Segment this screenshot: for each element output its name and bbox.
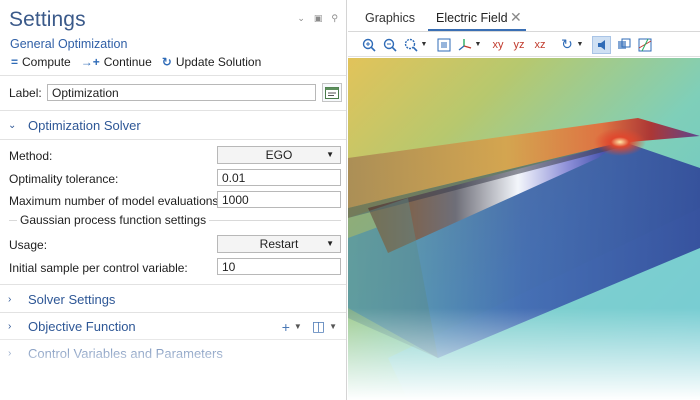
grid-icon[interactable]	[637, 36, 653, 54]
label-caption: Label:	[9, 85, 42, 100]
dropdown-arrow-icon[interactable]: ▼	[329, 322, 337, 331]
initial-sample-label: Initial sample per control variable:	[9, 261, 188, 275]
divider	[0, 139, 346, 140]
scene-fade	[348, 308, 700, 400]
method-value: EGO	[265, 148, 293, 162]
graphics-tabs: Graphics Electric Field ✕	[348, 0, 700, 32]
max-evals-label: Maximum number of model evaluations:	[9, 194, 222, 208]
yz-view-label: yz	[513, 38, 525, 51]
compute-icon: =	[11, 55, 19, 69]
close-icon[interactable]: ✕	[510, 9, 522, 26]
continue-button[interactable]: →+ Continue	[81, 55, 152, 69]
dropdown-arrow-icon[interactable]: ▼	[576, 36, 584, 54]
section-solver-settings[interactable]: › Solver Settings	[0, 286, 346, 312]
label-edit-button[interactable]	[322, 83, 342, 102]
notes-icon	[325, 86, 339, 99]
initial-sample-input[interactable]	[217, 258, 341, 275]
dropdown-arrow-icon[interactable]: ▼	[474, 36, 482, 54]
continue-icon: →+	[80, 55, 100, 69]
dropdown-arrow-icon: ▼	[326, 239, 334, 248]
scene-light-icon[interactable]	[592, 35, 611, 54]
window-controls: ⌄ ▣ ⚲	[297, 13, 338, 23]
xz-view-icon[interactable]: xz	[532, 36, 548, 54]
update-solution-label: Update Solution	[175, 55, 262, 69]
xy-view-label: xy	[492, 38, 504, 51]
zoom-extents-icon[interactable]	[436, 36, 452, 54]
usage-label: Usage:	[9, 238, 48, 252]
zoom-box-icon[interactable]	[403, 36, 419, 54]
usage-select[interactable]: Restart ▼	[217, 235, 341, 253]
chevron-right-icon: ›	[8, 347, 12, 359]
divider	[0, 284, 346, 285]
axis-orientation-icon[interactable]	[457, 36, 473, 54]
settings-toolbar: = Compute →+ Continue ↻ Update Solution	[11, 55, 261, 69]
settings-panel: Settings ⌄ ▣ ⚲ General Optimization = Co…	[0, 0, 347, 400]
tab-electric-field[interactable]: Electric Field	[436, 11, 508, 25]
section-title: Control Variables and Parameters	[28, 345, 223, 361]
dropdown-arrow-icon[interactable]: ▼	[420, 36, 428, 54]
pin-icon[interactable]: ⚲	[331, 13, 338, 23]
chevron-down-icon: ⌄	[8, 119, 17, 131]
divider	[0, 110, 346, 111]
method-label: Method:	[9, 149, 53, 163]
refresh-icon: ↻	[161, 55, 172, 69]
field-hotspot	[594, 128, 646, 156]
zoom-out-icon[interactable]	[382, 36, 398, 54]
tab-graphics[interactable]: Graphics	[365, 11, 415, 25]
page-title: Settings	[9, 8, 86, 31]
active-tab-indicator	[428, 29, 526, 31]
transparency-icon[interactable]	[616, 36, 632, 54]
graphics-panel: Graphics Electric Field ✕ ▼ ▼ xy yz xz ↻…	[348, 0, 700, 400]
chevron-right-icon: ›	[8, 293, 12, 305]
tolerance-input[interactable]	[217, 169, 341, 186]
tolerance-label: Optimality tolerance:	[9, 172, 119, 186]
compute-button[interactable]: = Compute	[11, 55, 71, 69]
yz-view-icon[interactable]: yz	[511, 36, 527, 54]
section-title: Objective Function	[28, 318, 136, 334]
restore-icon[interactable]: ▣	[314, 13, 323, 23]
add-icon[interactable]: +	[282, 319, 290, 335]
continue-label: Continue	[103, 55, 152, 69]
section-control-variables[interactable]: › Control Variables and Parameters	[0, 340, 346, 366]
xy-view-icon[interactable]: xy	[490, 36, 506, 54]
electric-field-plot[interactable]	[348, 58, 700, 400]
xz-view-label: xz	[534, 38, 546, 51]
max-evals-input[interactable]	[217, 191, 341, 208]
section-title: Optimization Solver	[28, 117, 141, 133]
zoom-in-icon[interactable]	[361, 36, 377, 54]
objective-tools: + ▼ ◫ ▼	[282, 318, 337, 335]
label-row: Label:	[9, 84, 316, 101]
chevron-down-icon[interactable]: ⌄	[297, 13, 305, 23]
compute-label: Compute	[22, 55, 71, 69]
dropdown-arrow-icon[interactable]: ▼	[294, 322, 302, 331]
dropdown-arrow-icon: ▼	[326, 150, 334, 159]
section-title: Solver Settings	[28, 291, 116, 307]
label-input[interactable]	[47, 84, 316, 101]
chevron-right-icon: ›	[8, 320, 12, 332]
node-subtitle: General Optimization	[10, 37, 128, 51]
divider	[0, 75, 346, 76]
method-select[interactable]: EGO ▼	[217, 146, 341, 164]
table-settings-icon[interactable]: ◫	[312, 318, 325, 335]
update-solution-button[interactable]: ↻ Update Solution	[162, 55, 261, 69]
usage-value: Restart	[259, 237, 299, 251]
rotate-icon[interactable]: ↻	[559, 36, 575, 54]
graphics-toolbar: ▼ ▼ xy yz xz ↻ ▼	[348, 33, 700, 57]
gp-group-label: Gaussian process function settings	[17, 213, 210, 227]
section-optimization-solver[interactable]: ⌄ Optimization Solver	[0, 112, 346, 138]
